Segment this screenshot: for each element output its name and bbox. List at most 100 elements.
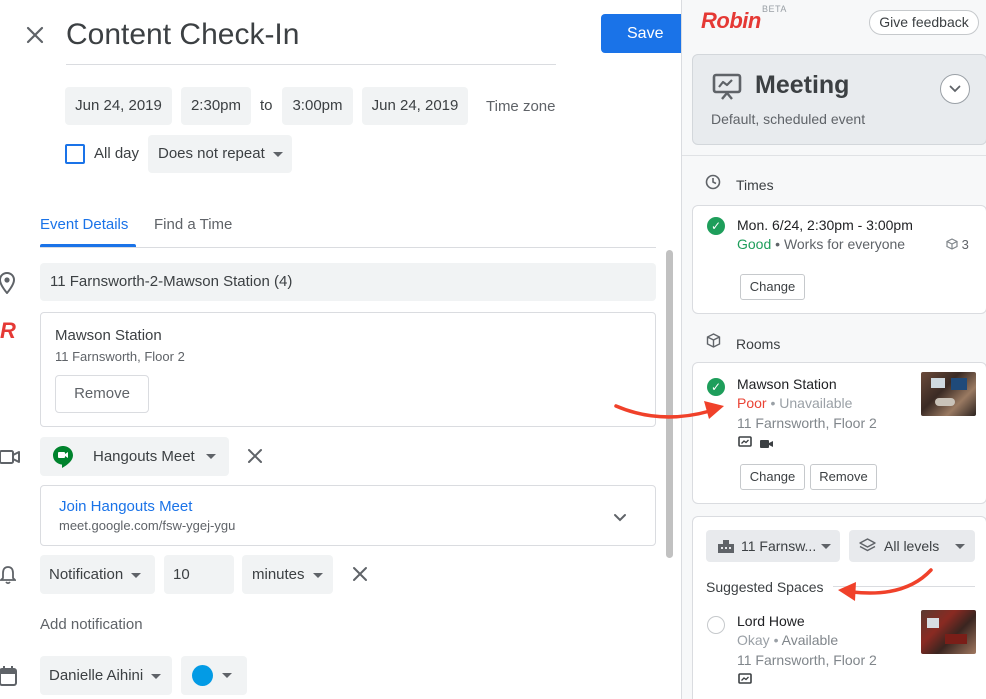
room-status-detail: Unavailable	[779, 395, 853, 411]
room-status: Poor	[737, 395, 767, 411]
tabs-divider	[40, 247, 656, 248]
conference-dropdown[interactable]: Hangouts Meet	[40, 437, 229, 476]
times-card: ✓ Mon. 6/24, 2:30pm - 3:00pm Good • Work…	[692, 205, 986, 314]
robin-sidebar: Robin BETA Give feedback Meeting Default…	[681, 0, 986, 699]
chevron-down-icon	[312, 572, 323, 578]
close-icon[interactable]	[22, 24, 48, 50]
event-color-dropdown[interactable]	[181, 656, 247, 695]
notification-unit-dropdown[interactable]: minutes	[242, 555, 333, 594]
presentation-small-icon	[738, 672, 752, 690]
chevron-down-icon	[949, 85, 961, 93]
remove-conference-icon[interactable]	[247, 448, 263, 469]
room-status-line: Poor • Unavailable	[737, 395, 853, 411]
location-pin-icon	[0, 271, 16, 299]
end-time-chip[interactable]: 3:00pm	[282, 87, 353, 125]
building-value: 11 Farnsw...	[741, 538, 817, 554]
end-date-chip[interactable]: Jun 24, 2019	[362, 87, 468, 125]
event-editor: Content Check-In Save Jun 24, 2019 2:30p…	[0, 0, 687, 699]
tab-find-a-time[interactable]: Find a Time	[154, 216, 232, 233]
start-time-chip[interactable]: 2:30pm	[181, 87, 251, 125]
room-remove-button[interactable]: Remove	[55, 375, 149, 413]
meet-url: meet.google.com/fsw-ygej-ygu	[59, 518, 236, 533]
add-notification-link[interactable]: Add notification	[40, 616, 143, 633]
space-name: Lord Howe	[737, 613, 805, 629]
room-status-card: ✓ Mawson Station Poor • Unavailable 11 F…	[692, 362, 986, 504]
chevron-down-icon	[131, 572, 142, 578]
room-photo	[921, 372, 976, 416]
attendee-count: 3	[946, 237, 969, 252]
hangouts-meet-icon	[52, 445, 74, 484]
join-meet-card: Join Hangouts Meet meet.google.com/fsw-y…	[40, 485, 656, 546]
room-remove-button[interactable]: Remove	[810, 464, 877, 490]
room-status-name: Mawson Station	[737, 376, 837, 392]
event-title-input[interactable]: Content Check-In	[66, 18, 556, 65]
levels-dropdown[interactable]: All levels	[849, 530, 975, 562]
give-feedback-button[interactable]: Give feedback	[869, 10, 979, 35]
robin-logo: Robin	[701, 8, 761, 33]
save-button[interactable]: Save	[601, 14, 687, 53]
space-status-line: Okay • Available	[737, 632, 839, 648]
notification-type-dropdown[interactable]: Notification	[40, 555, 155, 594]
event-type-title: Meeting	[755, 71, 850, 99]
time-status: Good	[737, 236, 772, 252]
event-type-card[interactable]: Meeting Default, scheduled event	[692, 54, 986, 145]
time-status-detail: Works for everyone	[783, 236, 906, 252]
allday-label: All day	[94, 145, 140, 162]
event-color-swatch	[192, 665, 213, 686]
cube-icon	[706, 333, 721, 353]
location-field[interactable]: 11 Farnsworth-2-Mawson Station (4)	[40, 263, 656, 301]
scrollbar[interactable]	[666, 250, 673, 558]
remove-notification-icon[interactable]	[352, 566, 368, 587]
check-icon: ✓	[707, 217, 725, 235]
notification-type-value: Notification	[49, 566, 124, 583]
room-status-address: 11 Farnsworth, Floor 2	[737, 415, 877, 431]
section-divider	[682, 155, 986, 156]
conference-value: Hangouts Meet	[93, 448, 195, 465]
chevron-down-icon	[272, 151, 283, 157]
times-header: Times	[736, 177, 774, 193]
rooms-header: Rooms	[736, 336, 781, 352]
cube-icon	[946, 238, 958, 250]
notification-unit-value: minutes	[252, 566, 305, 583]
presentation-icon	[712, 73, 742, 106]
allday-checkbox[interactable]	[65, 144, 85, 164]
video-small-icon	[760, 436, 774, 454]
chevron-down-icon	[151, 673, 162, 679]
suggested-card: 11 Farnsw... All levels Suggested Spaces…	[692, 516, 986, 699]
chevron-down-icon	[955, 544, 965, 549]
beta-badge: BETA	[762, 4, 787, 14]
list-item[interactable]: Lord Howe Okay • Available 11 Farnsworth…	[693, 605, 986, 695]
building-dropdown[interactable]: 11 Farnsw...	[706, 530, 840, 562]
repeat-dropdown[interactable]: Does not repeat	[148, 135, 292, 173]
calendar-owner-dropdown[interactable]: Danielle Aihini	[40, 656, 172, 695]
presentation-small-icon	[738, 435, 752, 453]
chevron-down-icon	[206, 454, 216, 459]
time-change-button[interactable]: Change	[740, 274, 805, 300]
check-icon: ✓	[707, 378, 725, 396]
to-label: to	[260, 97, 273, 114]
layers-icon	[859, 538, 876, 552]
time-slot: Mon. 6/24, 2:30pm - 3:00pm	[737, 217, 913, 233]
timezone-link[interactable]: Time zone	[486, 88, 555, 126]
chevron-down-icon	[222, 673, 232, 678]
start-date-chip[interactable]: Jun 24, 2019	[65, 87, 172, 125]
calendar-icon	[0, 666, 17, 691]
suggested-header: Suggested Spaces	[706, 579, 824, 595]
space-address: 11 Farnsworth, Floor 2	[737, 652, 877, 668]
chevron-down-icon[interactable]	[613, 510, 627, 528]
notification-amount-input[interactable]: 10	[164, 555, 234, 594]
tab-event-details[interactable]: Event Details	[40, 216, 128, 233]
space-photo	[921, 610, 976, 654]
calendar-owner-value: Danielle Aihini	[49, 667, 144, 684]
join-meet-link[interactable]: Join Hangouts Meet	[59, 498, 192, 515]
chevron-down-icon	[821, 544, 831, 549]
event-type-toggle[interactable]	[940, 74, 970, 104]
room-card: Mawson Station 11 Farnsworth, Floor 2 Re…	[40, 312, 656, 427]
room-change-button[interactable]: Change	[740, 464, 805, 490]
robin-r-logo-icon: R	[0, 318, 16, 343]
repeat-value: Does not repeat	[158, 145, 265, 162]
levels-value: All levels	[884, 538, 940, 554]
space-select-radio[interactable]	[707, 616, 725, 634]
room-name: Mawson Station	[55, 327, 162, 344]
video-camera-icon	[0, 449, 20, 470]
